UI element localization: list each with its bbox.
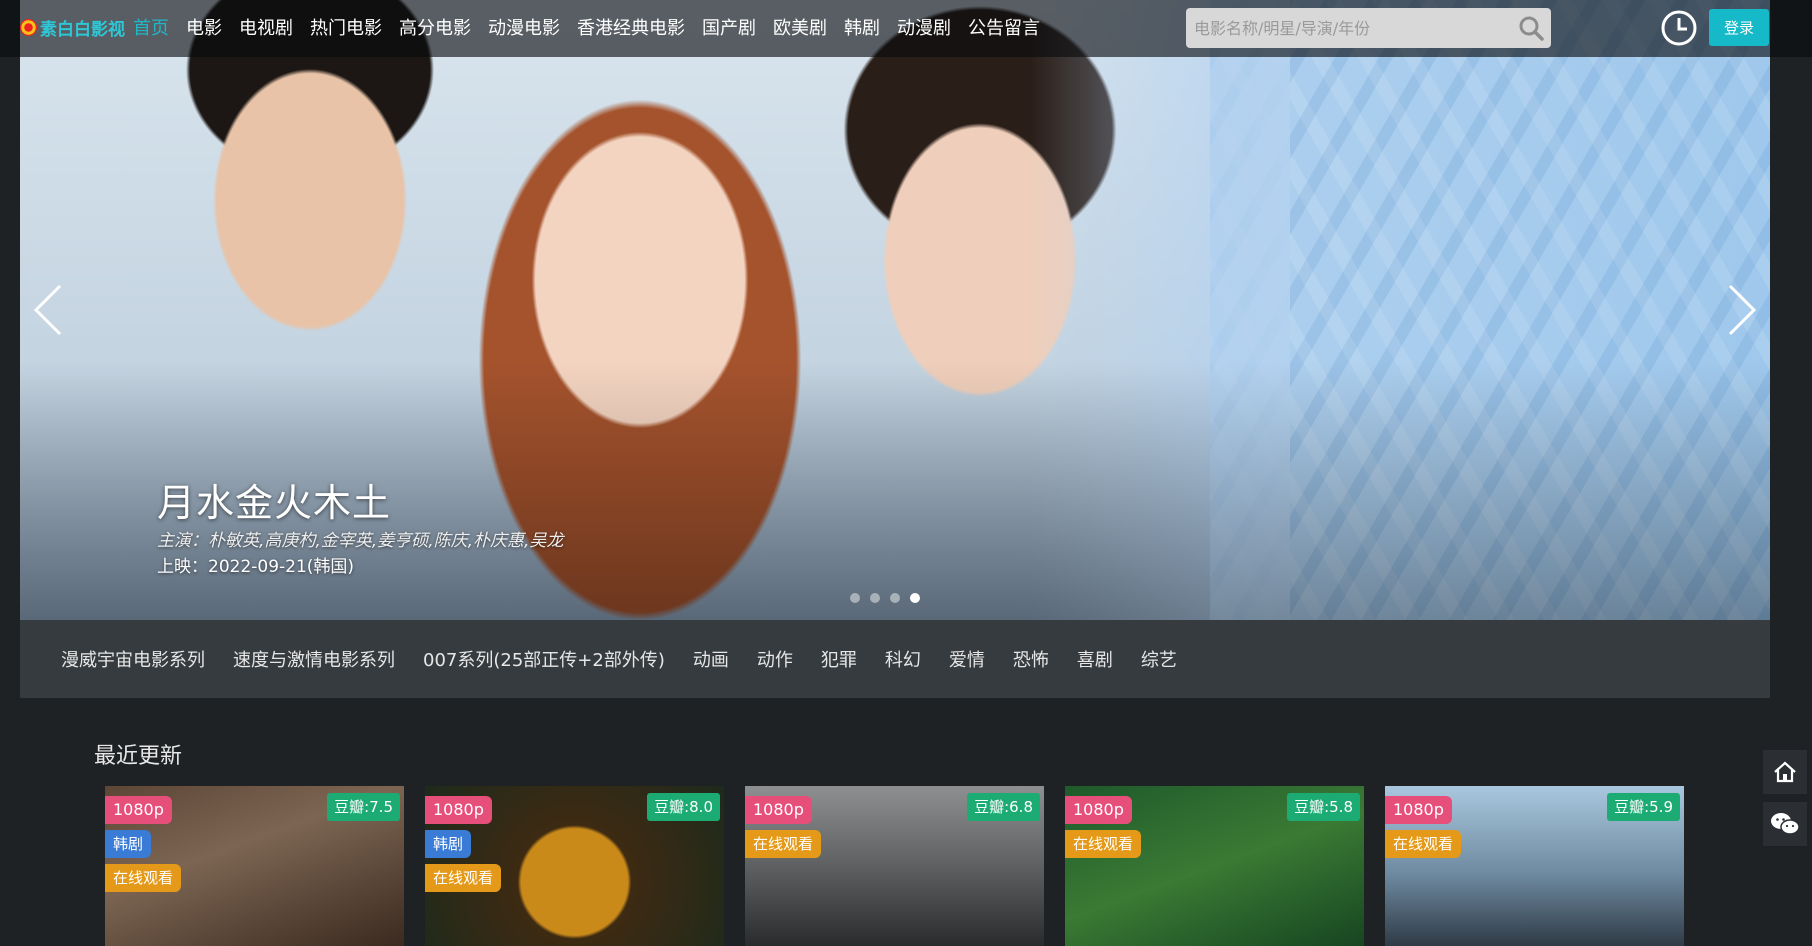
wechat-button[interactable] <box>1763 802 1807 846</box>
douban-rating-badge: 豆瓣:8.0 <box>647 793 720 821</box>
nav-item[interactable]: 动漫电影 <box>488 14 560 40</box>
resolution-badge: 1080p <box>425 796 492 824</box>
banner-dot[interactable] <box>870 593 880 603</box>
search-input[interactable] <box>1186 8 1511 48</box>
watch-online-badge: 在线观看 <box>745 830 822 858</box>
genre-badge: 韩剧 <box>425 830 472 858</box>
category-link[interactable]: 科幻 <box>885 646 921 672</box>
category-link[interactable]: 综艺 <box>1141 646 1177 672</box>
movie-card[interactable]: 1080p 韩剧在线观看 豆瓣:8.0 <box>425 786 724 946</box>
home-icon <box>1774 761 1796 783</box>
movie-card[interactable]: 1080p 在线观看 豆瓣:6.8 <box>745 786 1044 946</box>
category-link[interactable]: 漫威宇宙电影系列 <box>61 646 205 672</box>
category-link[interactable]: 恐怖 <box>1013 646 1049 672</box>
section-title: 最近更新 <box>94 744 183 769</box>
banner-release: 上映：2022-09-21(韩国) <box>157 557 355 577</box>
nav-item[interactable]: 电视剧 <box>239 14 293 40</box>
banner-dot[interactable] <box>890 593 900 603</box>
category-bar: 漫威宇宙电影系列 速度与激情电影系列 007系列(25部正传+2部外传) 动画 动作 犯罪… <box>20 620 1770 698</box>
search-icon[interactable] <box>1511 8 1551 48</box>
wechat-icon <box>1771 813 1800 835</box>
logo-icon <box>20 19 37 36</box>
watch-online-badge: 在线观看 <box>1065 830 1142 858</box>
recent-card-list: 1080p 韩剧 在线观看 豆瓣:7.5 1080p 韩剧 在线观看 豆瓣:8.0 1080p 在… <box>105 786 1684 946</box>
top-navbar: 素白白影视 首页 电影 电视剧 热门电影 高分电影 动漫电影 香港经典电影 国产剧 欧美剧 韩剧动… <box>0 0 1812 57</box>
nav-item[interactable]: 欧美剧 <box>773 14 827 40</box>
douban-rating-badge: 豆瓣:7.5 <box>327 793 400 821</box>
resolution-badge: 1080p <box>1065 796 1132 824</box>
nav-item[interactable]: 香港经典电影 <box>577 14 685 40</box>
category-link[interactable]: 速度与激情电影系列 <box>233 646 395 672</box>
genre-badge: 韩剧 <box>105 830 152 858</box>
banner-prev-button[interactable] <box>28 280 68 340</box>
movie-card[interactable]: 1080p 在线观看 豆瓣:5.8 <box>1065 786 1364 946</box>
category-link[interactable]: 喜剧 <box>1077 646 1113 672</box>
nav-item[interactable]: 热门电影 <box>310 14 382 40</box>
resolution-badge: 1080p <box>105 796 172 824</box>
banner-dot[interactable] <box>910 593 920 603</box>
resolution-badge: 1080p <box>745 796 812 824</box>
nav-item[interactable]: 公告留言 <box>968 14 1040 40</box>
resolution-badge: 1080p <box>1385 796 1452 824</box>
douban-rating-badge: 豆瓣:5.8 <box>1287 793 1360 821</box>
banner-title[interactable]: 月水金火木土 <box>157 472 391 527</box>
login-button[interactable]: 登录 <box>1709 9 1769 46</box>
home-button[interactable] <box>1763 750 1807 794</box>
hero-banner[interactable]: 月水金火木土 主演：朴敏英,高庚杓,金宰英,姜亨硕,陈庆,朴庆惠,吴龙 上映：2… <box>20 0 1770 620</box>
logo[interactable]: 素白白影视 <box>20 15 125 40</box>
douban-rating-badge: 豆瓣:6.8 <box>967 793 1040 821</box>
watch-online-badge: 在线观看 <box>1385 830 1462 858</box>
banner-cast: 主演：朴敏英,高庚杓,金宰英,姜亨硕,陈庆,朴庆惠,吴龙 <box>157 531 564 551</box>
chevron-left-icon <box>33 284 62 336</box>
category-link[interactable]: 爱情 <box>949 646 985 672</box>
nav-item[interactable]: 高分电影 <box>399 14 471 40</box>
chevron-right-icon <box>1728 284 1757 336</box>
logo-text: 素白白影视 <box>40 20 125 40</box>
category-link[interactable]: 007系列(25部正传+2部外传) <box>423 646 665 672</box>
banner-dot[interactable] <box>850 593 860 603</box>
watch-online-badge: 在线观看 <box>425 864 502 892</box>
watch-online-badge: 在线观看 <box>105 864 182 892</box>
nav-item[interactable]: 韩剧 <box>844 14 880 40</box>
nav-item[interactable]: 国产剧 <box>702 14 756 40</box>
main-nav: 首页 电影 电视剧 热门电影 高分电影 动漫电影 香港经典电影 国产剧 欧美剧 韩剧 动漫剧 公告留言 <box>133 14 1057 40</box>
category-link[interactable]: 动画 <box>693 646 729 672</box>
movie-card[interactable]: 1080p 在线观看 豆瓣:5.9 <box>1385 786 1684 946</box>
nav-item[interactable]: 电影 <box>186 14 222 40</box>
nav-item[interactable]: 动漫剧 <box>897 14 951 40</box>
banner-next-button[interactable] <box>1722 280 1762 340</box>
category-link[interactable]: 犯罪 <box>821 646 857 672</box>
nav-item[interactable]: 首页 <box>133 14 169 40</box>
category-link[interactable]: 动作 <box>757 646 793 672</box>
search-box <box>1186 8 1551 48</box>
banner-pagination <box>850 593 920 603</box>
clock-icon[interactable] <box>1660 9 1698 47</box>
movie-card[interactable]: 1080p 韩剧在线观看 豆瓣:7.5 <box>105 786 404 946</box>
douban-rating-badge: 豆瓣:5.9 <box>1607 793 1680 821</box>
